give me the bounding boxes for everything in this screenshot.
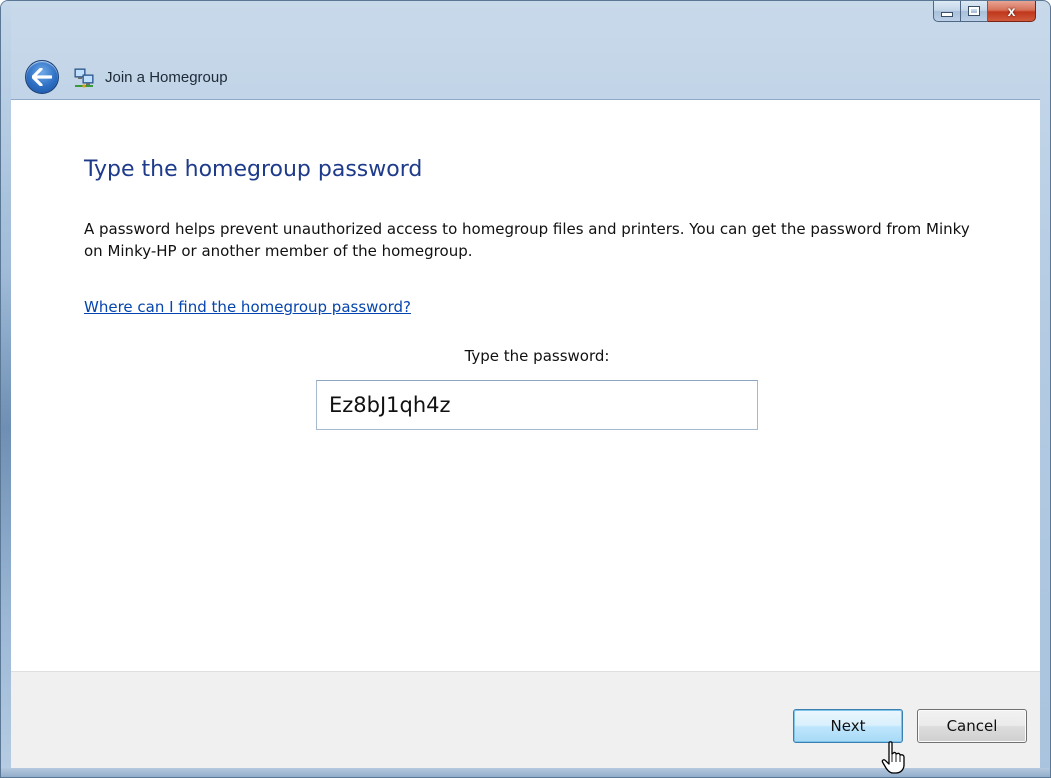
close-icon: x [1007,3,1016,19]
next-button[interactable]: Next [793,709,903,743]
dialog-window: x Join a Homegroup Type the homegroup pa… [0,0,1051,778]
caption-controls: x [933,1,1036,23]
password-label: Type the password: [464,347,610,365]
mouse-pointer-icon [881,741,905,774]
close-button[interactable]: x [988,1,1036,22]
description-text: A password helps prevent unauthorized ac… [84,220,970,260]
homegroup-icon [74,68,94,88]
minimize-icon [941,12,953,17]
back-arrow-icon [32,68,52,86]
maximize-button[interactable] [961,1,988,22]
help-link[interactable]: Where can I find the homegroup password? [84,298,411,316]
window-title: Join a Homegroup [105,68,228,86]
page-heading: Type the homegroup password [84,157,423,182]
password-input[interactable] [316,380,758,430]
content-panel: Type the homegroup password A password h… [11,99,1040,671]
cancel-button[interactable]: Cancel [917,709,1027,743]
maximize-icon [968,6,980,16]
navigation-bar: Join a Homegroup [11,57,1041,97]
back-button[interactable] [25,60,59,94]
minimize-button[interactable] [933,1,961,22]
